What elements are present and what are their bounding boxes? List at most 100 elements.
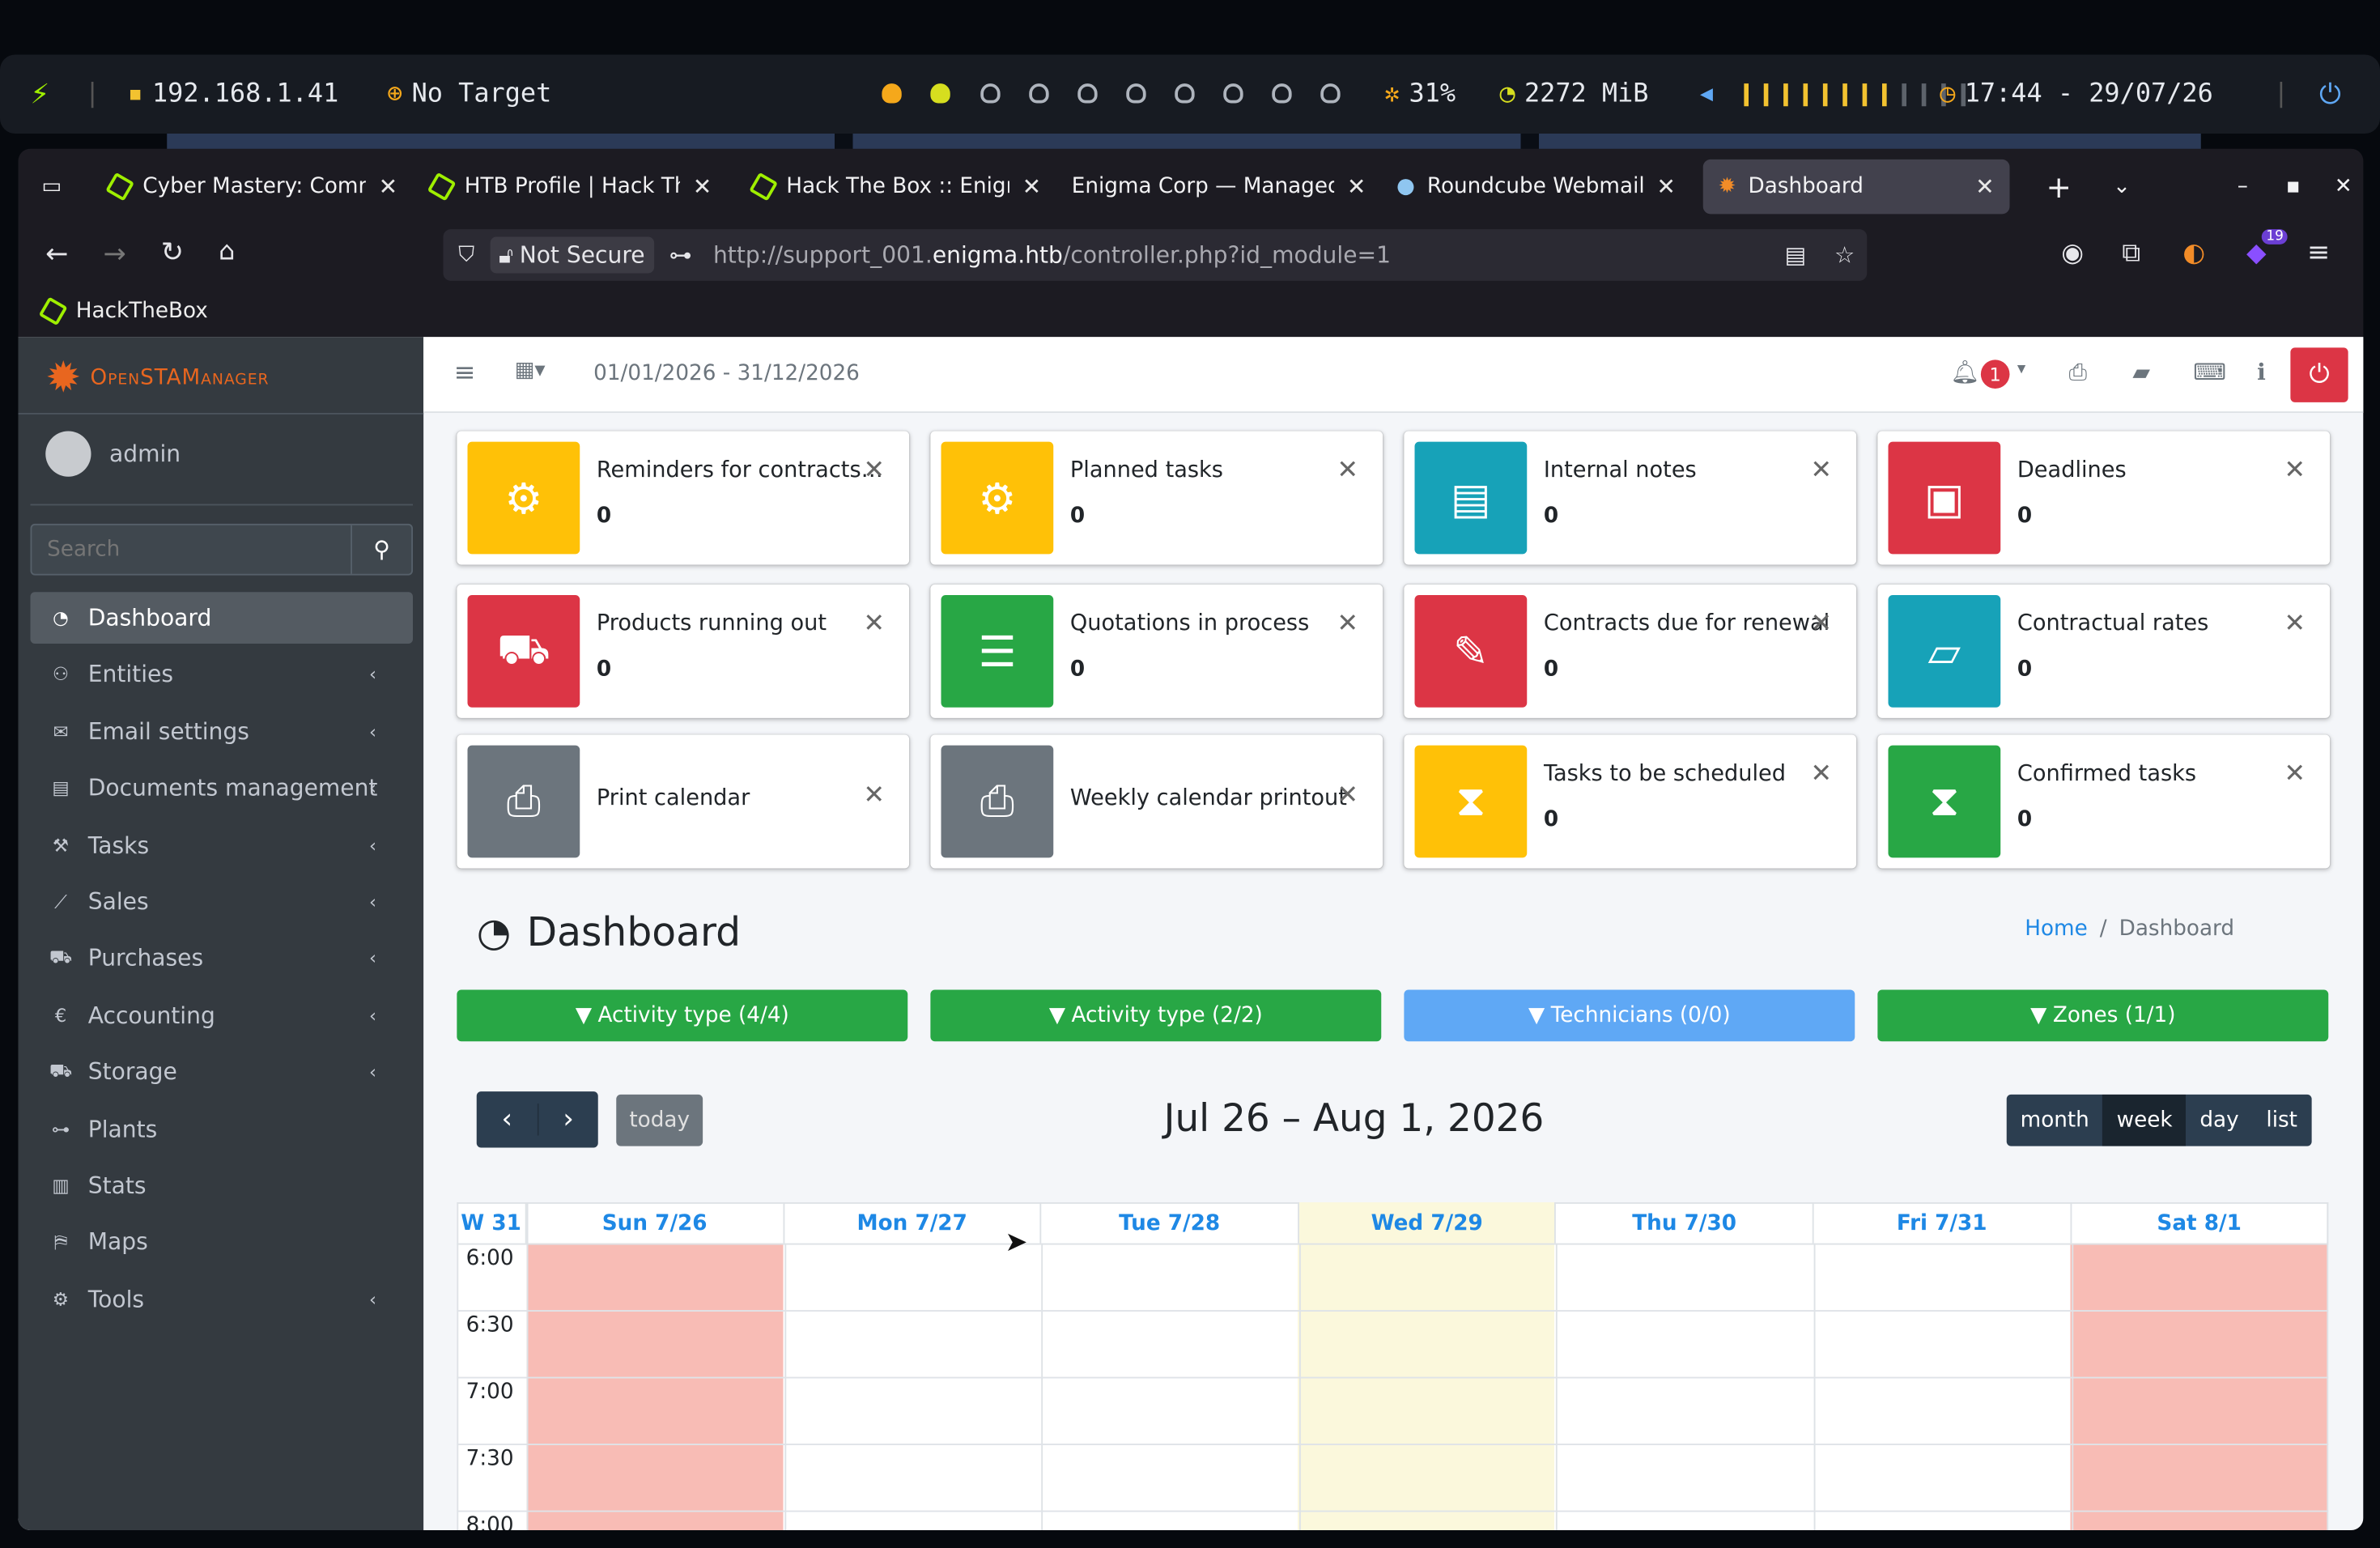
- close-tab-icon[interactable]: ✕: [1975, 173, 1995, 201]
- sidebar-item-tasks[interactable]: ⚒ Tasks ‹: [31, 819, 414, 871]
- power-icon[interactable]: ⏻: [2319, 55, 2341, 134]
- workspace-8-icon[interactable]: [1223, 83, 1243, 104]
- workspace-4-icon[interactable]: [1029, 83, 1049, 104]
- cpu-indicator: ✲ 31%: [1384, 55, 1456, 134]
- memory-value: 2272 MiB: [1524, 79, 1649, 110]
- sidebar-item-dashboard[interactable]: ◔ Dashboard: [30, 592, 413, 644]
- sidebar-item-storage[interactable]: ⛟ Storage ‹: [31, 1046, 414, 1098]
- maximize-icon[interactable]: ▪: [2271, 159, 2315, 215]
- workspace-10-icon[interactable]: [1320, 83, 1341, 104]
- time-label: 7:00: [465, 1380, 514, 1405]
- app-logo[interactable]: ✹ OpenSTAManager: [45, 352, 269, 402]
- memory-icon: ◔: [1499, 79, 1515, 110]
- day-header[interactable]: Sun 7/26: [527, 1202, 784, 1244]
- extension-icon[interactable]: ◆: [2246, 238, 2267, 269]
- chevron-left-icon: ‹: [368, 777, 376, 799]
- cpu-value: 31%: [1409, 79, 1456, 110]
- list-tabs-icon[interactable]: ⌄: [2097, 159, 2146, 215]
- close-tab-icon[interactable]: ✕: [693, 173, 712, 201]
- tab-title: Cyber Mastery: Comm: [142, 174, 367, 199]
- workspace-2-icon[interactable]: [930, 83, 950, 104]
- url-bar[interactable]: ⛉ 🔓︎ Not Secure ⊶ http://support_001.enig…: [443, 229, 1868, 281]
- workspace-9-icon[interactable]: [1272, 83, 1292, 104]
- chart-icon: ⟋: [54, 890, 67, 912]
- key-icon[interactable]: ⊶: [669, 241, 692, 269]
- ethernet-icon: ▪: [127, 79, 143, 110]
- sidebar-search: ⚲: [30, 523, 413, 576]
- chevron-left-icon: ‹: [368, 834, 376, 856]
- sidebar-item-label: Plants: [87, 1115, 158, 1143]
- sidebar-item-label: Dashboard: [87, 604, 212, 632]
- workspace-5-icon[interactable]: [1077, 83, 1098, 104]
- day-header[interactable]: Mon 7/27: [784, 1202, 1042, 1244]
- bookmark-star-icon[interactable]: ☆: [1834, 241, 1855, 269]
- sidebar-item-documents-management[interactable]: ▤ Documents management ‹: [31, 763, 414, 814]
- sitemap-icon: ⊶: [51, 1118, 70, 1140]
- search-icon[interactable]: ⚲: [351, 525, 411, 574]
- home-icon[interactable]: ⌂: [219, 237, 235, 268]
- sidebar-item-entities[interactable]: ⚇ Entities ‹: [31, 649, 414, 700]
- security-indicator[interactable]: 🔓︎ Not Secure: [489, 236, 654, 274]
- close-tab-icon[interactable]: ✕: [1656, 173, 1676, 201]
- day-header[interactable]: Wed 7/29: [1299, 1202, 1557, 1244]
- sidebar-item-plants[interactable]: ⊶ Plants: [31, 1103, 414, 1155]
- volume-indicator[interactable]: ◂: [1700, 55, 1971, 134]
- close-tab-icon[interactable]: ✕: [379, 173, 398, 201]
- tab-roundcube[interactable]: ● Roundcube Webmail :: ✕: [1381, 159, 1691, 215]
- extensions-icon[interactable]: ⧉: [2122, 238, 2140, 269]
- foxyproxy-icon[interactable]: ◐: [2182, 238, 2205, 269]
- tab-cyber-mastery[interactable]: Cyber Mastery: Comm ✕: [94, 159, 413, 215]
- close-tab-icon[interactable]: ✕: [1347, 173, 1366, 201]
- tab-enigma-corp[interactable]: Enigma Corp — Managed ✕: [1056, 159, 1381, 215]
- ip-address: 192.168.1.41: [151, 79, 339, 110]
- sidebar-search-input[interactable]: [32, 537, 351, 562]
- sidebar-item-accounting[interactable]: € Accounting ‹: [31, 989, 414, 1041]
- sidebar: ✹ OpenSTAManager admin ⚲ ◔ Dashboard ⚇ Enti…: [18, 337, 424, 1530]
- day-header[interactable]: Sat 8/1: [2072, 1202, 2329, 1244]
- tab-dashboard[interactable]: ✹ Dashboard ✕: [1702, 159, 2010, 215]
- tab-overview-icon[interactable]: ▭: [31, 159, 74, 215]
- bookmark-hackthebox[interactable]: HackTheBox: [38, 296, 208, 326]
- workspace-6-icon[interactable]: [1126, 83, 1146, 104]
- slot-line: [457, 1444, 2329, 1445]
- day-header[interactable]: Tue 7/28: [1042, 1202, 1299, 1244]
- close-window-icon[interactable]: ✕: [2319, 159, 2363, 215]
- close-tab-icon[interactable]: ✕: [1022, 173, 1042, 201]
- new-tab-button[interactable]: +: [2031, 159, 2087, 215]
- account-icon[interactable]: ◉: [2061, 238, 2084, 269]
- sidebar-item-email-settings[interactable]: ✉ Email settings ‹: [31, 705, 414, 757]
- time-label: 6:00: [465, 1246, 514, 1271]
- htb-cube-icon: [749, 172, 779, 202]
- forward-icon[interactable]: →: [104, 238, 126, 270]
- sidebar-item-sales[interactable]: ⟋ Sales ‹: [31, 876, 414, 928]
- workspace-1-icon[interactable]: [882, 83, 902, 104]
- reload-icon[interactable]: ↻: [161, 237, 184, 269]
- reader-view-icon[interactable]: ▤: [1785, 241, 1807, 269]
- user-panel[interactable]: admin: [45, 431, 181, 477]
- extension-badge: 19: [2261, 229, 2289, 245]
- sidebar-item-purchases[interactable]: ⛟ Purchases ‹: [31, 933, 414, 985]
- shield-icon[interactable]: ⛉: [458, 243, 474, 267]
- tab-title: Roundcube Webmail ::: [1426, 174, 1645, 199]
- minimize-icon[interactable]: –: [2222, 159, 2263, 215]
- day-header[interactable]: Fri 7/31: [1814, 1202, 2072, 1244]
- menu-icon[interactable]: ≡: [2307, 237, 2330, 269]
- tab-htb-enigma[interactable]: Hack The Box :: Enigm ✕: [737, 159, 1056, 215]
- tab-htb-profile[interactable]: HTB Profile | Hack The ✕: [416, 159, 727, 215]
- sidebar-item-maps[interactable]: ⛿ Maps: [31, 1217, 414, 1269]
- today-column: [1298, 1202, 1554, 1530]
- day-header[interactable]: Thu 7/30: [1557, 1202, 1814, 1244]
- speaker-icon: ◂: [1700, 79, 1714, 110]
- users-icon: ⚇: [52, 664, 70, 686]
- htb-logo-icon: ⚡: [30, 78, 50, 110]
- sunday-column: [526, 1243, 784, 1530]
- chevron-left-icon: ‹: [368, 1288, 376, 1310]
- sidebar-item-tools[interactable]: ⚙ Tools ‹: [31, 1274, 414, 1325]
- screen: ⚡ | ▪ 192.168.1.41 ⊕ No Target ✲ 31% ◔ 2272 …: [0, 0, 2380, 1548]
- workspace-7-icon[interactable]: [1175, 83, 1195, 104]
- url-text[interactable]: http://support_001.enigma.htb/controller…: [713, 241, 1391, 269]
- chevron-left-icon: ‹: [368, 891, 376, 912]
- workspace-3-icon[interactable]: [980, 83, 1001, 104]
- sidebar-item-stats[interactable]: ▥ Stats: [31, 1160, 414, 1212]
- back-icon[interactable]: ←: [45, 238, 68, 270]
